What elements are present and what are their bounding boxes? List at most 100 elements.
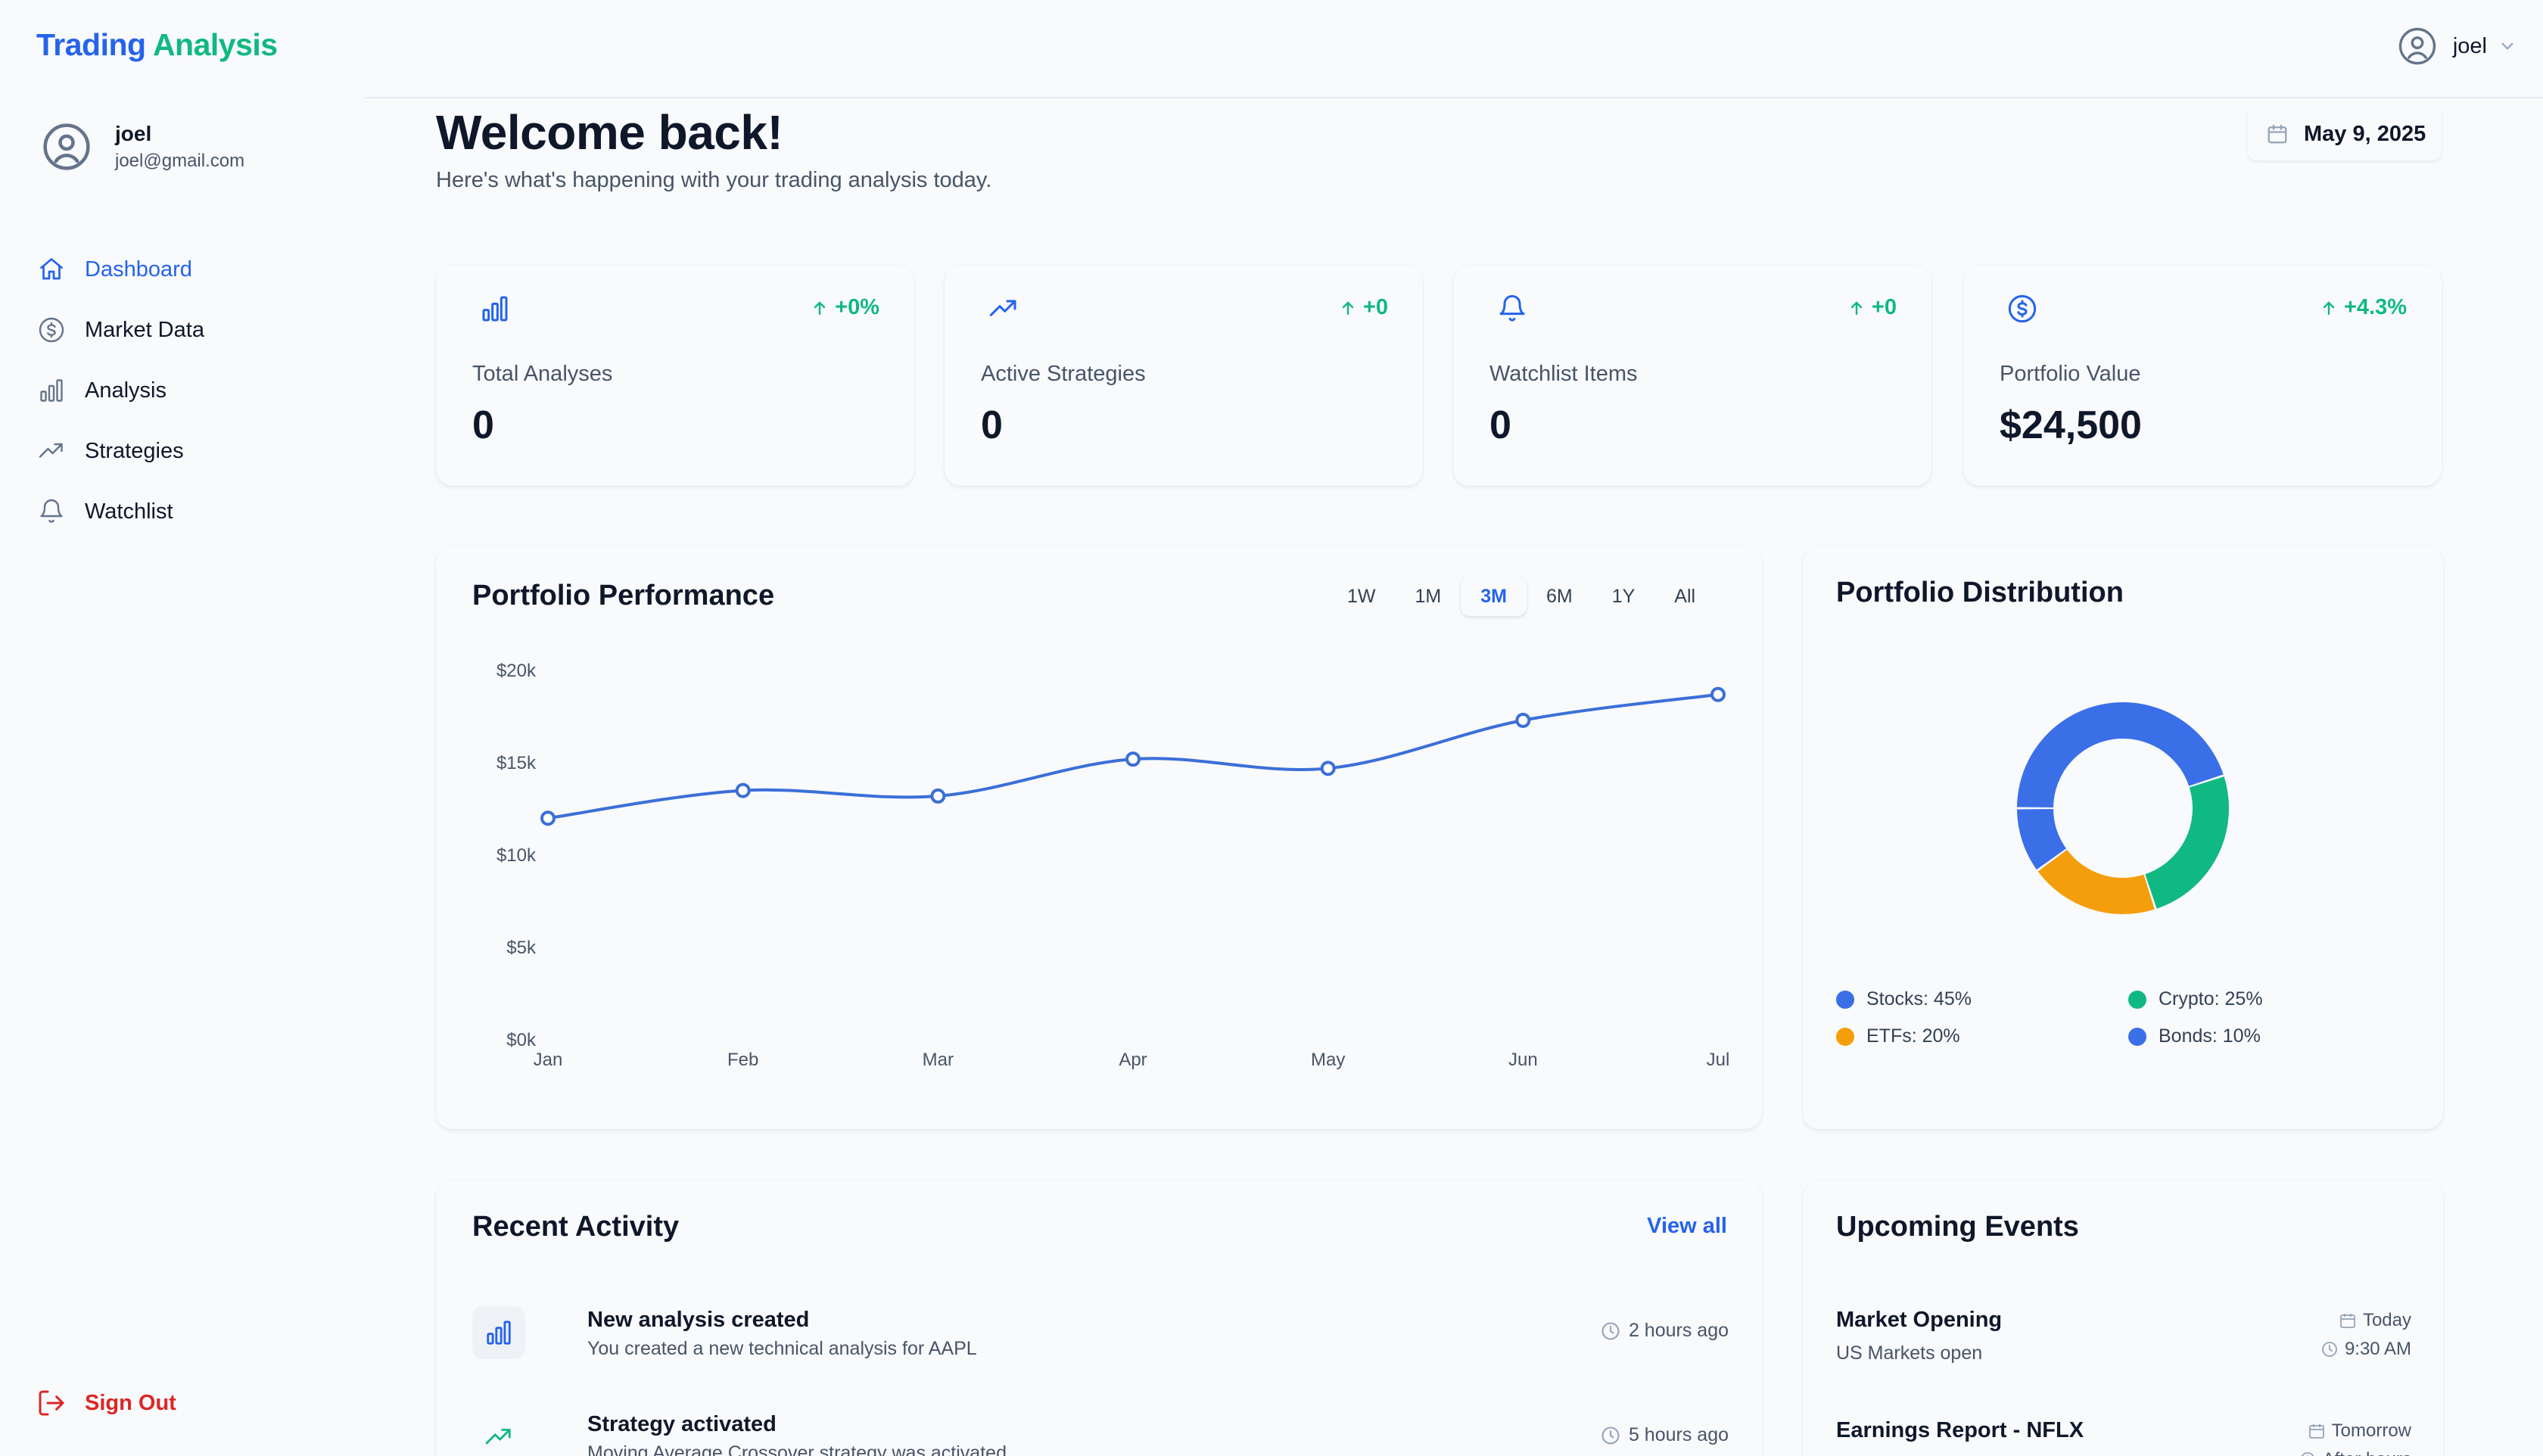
brand-word-2: Analysis [152,27,278,62]
stat-delta-value: +0 [1871,295,1897,319]
brand-word-1: Trading [36,27,146,62]
legend-label: Stocks: 45% [1866,988,1972,1010]
sidebar-item-dashboard[interactable]: Dashboard [36,239,339,300]
recent-activity-card: Recent Activity View all New analysis cr… [436,1181,1762,1456]
top-bar: joel [365,0,2543,98]
x-tick-label: Apr [1119,1050,1147,1070]
brand-logo[interactable]: Trading Analysis [36,27,278,63]
event-day: Today [2362,1310,2411,1330]
arrow-up-icon [1342,300,1354,315]
activity-item[interactable]: New analysis created You created a new t… [472,1306,1729,1382]
sidebar-item-market-data[interactable]: Market Data [36,300,339,360]
user-menu-button[interactable]: joel [2397,26,2517,67]
legend-label: Crypto: 25% [2159,988,2263,1010]
sidebar: Trading Analysis joel joel@gmail.com Das… [0,0,365,1456]
distribution-donut-chart [2017,702,2229,914]
performance-line-chart: $0k $5k $10k $15k $20k Jan Feb Mar Apr May Jun Jul [496,661,1730,1070]
clock-icon [1601,1321,1620,1340]
stat-label: Watchlist Items [1489,362,1638,386]
y-tick-label: $15k [496,753,537,773]
logout-icon [39,1390,64,1416]
trend-up-icon [36,436,67,466]
activity-item[interactable]: Strategy activated Moving Average Crosso… [472,1411,1729,1456]
legend-label: ETFs: 20% [1866,1025,1960,1047]
view-all-link[interactable]: View all [1647,1214,1727,1239]
activity-description: You created a new technical analysis for… [587,1338,977,1359]
data-point[interactable] [1125,751,1141,767]
stat-value: 0 [472,403,494,447]
stat-card-portfolio-value: +4.3% Portfolio Value $24,500 [1963,265,2442,486]
event-item[interactable]: Earnings Report - NFLX Tomorrow After ho… [1836,1417,2411,1456]
legend-label: Bonds: 10% [2159,1025,2261,1047]
dollar-circle-icon [36,315,67,345]
sidebar-item-analysis[interactable]: Analysis [36,360,339,421]
stat-card-total-analyses: +0% Total Analyses 0 [436,265,914,486]
user-avatar-icon [43,123,90,170]
x-tick-label: Jul [1707,1050,1730,1070]
data-point[interactable] [930,788,946,804]
sidebar-item-label: Dashboard [85,257,192,282]
portfolio-performance-card: Portfolio Performance 1W 1M 3M 6M 1Y All… [436,546,1762,1129]
distribution-legend: Stocks: 45% Crypto: 25% ETFs: 20% Bonds:… [1836,988,2426,1047]
arrow-up-icon [814,300,826,315]
data-point[interactable] [1515,712,1531,728]
legend-swatch [1836,1027,1854,1046]
stat-delta: +0 [1339,295,1388,320]
sidebar-item-label: Strategies [85,438,184,463]
stat-value: 0 [981,403,1003,447]
activity-time-text: 5 hours ago [1628,1424,1729,1445]
bell-icon [36,496,67,527]
data-point[interactable] [735,782,751,798]
data-point[interactable] [540,810,556,826]
current-date: May 9, 2025 [2304,121,2426,146]
stat-label: Total Analyses [472,362,613,386]
event-title: Market Opening [1836,1308,2003,1332]
upcoming-events-card: Upcoming Events Market Opening US Market… [1803,1181,2443,1456]
sidebar-item-watchlist[interactable]: Watchlist [36,481,339,542]
sidebar-item-strategies[interactable]: Strategies [36,421,339,481]
activity-description: Moving Average Crossover strategy was ac… [587,1442,1007,1456]
page-title: Welcome back! [436,105,783,160]
x-tick-label: Feb [727,1050,758,1070]
arrow-up-icon [1850,300,1863,315]
sign-out-button[interactable]: Sign Out [36,1388,176,1418]
stat-label: Active Strategies [981,362,1146,386]
clock-icon [2322,1342,2337,1357]
stat-label: Portfolio Value [2000,362,2141,386]
event-description: US Markets open [1836,1342,1983,1364]
calendar-icon [2340,1314,2355,1328]
stat-delta: +0 [1847,295,1897,320]
bell-icon [1499,294,1525,322]
donut-slice-crypto[interactable] [2145,776,2229,909]
event-title: Earnings Report - NFLX [1836,1418,2084,1442]
stat-delta-value: +0% [835,295,879,319]
bar-chart-icon [36,375,67,406]
stat-delta-value: +4.3% [2343,295,2407,319]
activity-title-text: New analysis created [587,1308,810,1332]
event-when: Tomorrow After hours [2299,1417,2411,1456]
date-picker[interactable]: May 9, 2025 [2248,107,2442,160]
donut-slice-etfs[interactable] [2037,849,2155,914]
sidebar-profile: joel joel@gmail.com [41,121,244,173]
y-tick-label: $10k [496,845,537,866]
stat-card-active-strategies: +0 Active Strategies 0 [945,265,1423,486]
legend-swatch [1836,990,1854,1009]
profile-name: joel [115,122,152,145]
data-point[interactable] [1710,686,1726,702]
x-tick-label: Mar [923,1050,954,1070]
page-subtitle: Here's what's happening with your tradin… [436,168,992,192]
chevron-down-icon [2501,42,2513,50]
home-icon [36,254,67,285]
profile-email: joel@gmail.com [115,151,245,171]
bar-chart-icon [482,296,508,322]
activity-title: Recent Activity [472,1211,680,1243]
legend-swatch [2128,1027,2146,1046]
event-item[interactable]: Market Opening US Markets open Today 9:3… [1836,1306,2411,1382]
stat-value: 0 [1489,403,1511,447]
data-point[interactable] [1320,761,1336,776]
y-tick-label: $5k [506,938,537,958]
bar-chart-icon [472,1306,525,1359]
calendar-icon [2308,1424,2324,1439]
event-time: After hours [2323,1449,2411,1456]
event-time: 9:30 AM [2344,1339,2411,1359]
